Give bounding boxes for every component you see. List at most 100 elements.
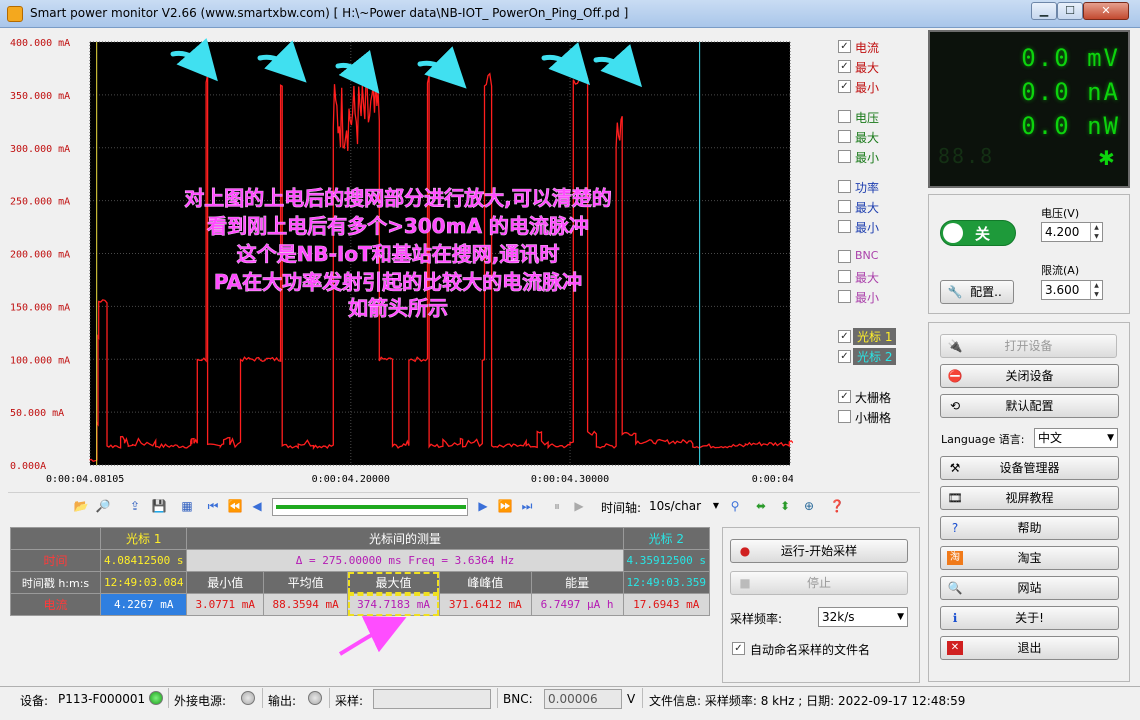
- taobao-icon: 淘: [947, 551, 963, 565]
- annotation-line: 对上图的上电后的搜网部分进行放大,可以清楚的: [184, 186, 612, 210]
- table-row: 时间戳 h:m:s 12:49:03.084 最小值 平均值 最大值 峰峰值 能…: [10, 571, 711, 594]
- power-min-checkbox[interactable]: [838, 220, 851, 233]
- go-start-icon[interactable]: ⏮: [204, 497, 222, 515]
- pause-icon[interactable]: ⏸: [548, 497, 566, 515]
- sample-progress: [373, 689, 491, 709]
- film-icon: 🎞: [947, 491, 963, 505]
- bnc-max-checkbox[interactable]: [838, 270, 851, 283]
- zoom-horizontal-icon[interactable]: ⬌: [752, 497, 770, 515]
- voltage-min-checkbox[interactable]: [838, 150, 851, 163]
- between-cursors-header: 光标间的测量: [186, 527, 624, 550]
- bnc-min-checkbox[interactable]: [838, 290, 851, 303]
- window-title: Smart power monitor V2.66 (www.smartxbw.…: [30, 6, 629, 20]
- bnc-checkbox[interactable]: [838, 250, 851, 263]
- meter-status-row: 88.8: [938, 144, 995, 168]
- help-label: 帮助: [1017, 521, 1042, 535]
- cursor2-timestamp: 12:49:03.359: [622, 571, 711, 594]
- config-button[interactable]: 🔧 配置..: [940, 280, 1014, 304]
- go-end-icon[interactable]: ⏭: [518, 497, 536, 515]
- chevron-down-icon: ▼: [1107, 433, 1114, 443]
- status-separator: [642, 688, 643, 708]
- col-pp-header: 峰峰值: [438, 571, 532, 594]
- voltage-spinbox[interactable]: 4.200 ▲ ▼: [1041, 222, 1103, 242]
- info-icon: ℹ: [952, 611, 958, 625]
- voltage-checkbox[interactable]: [838, 110, 851, 123]
- major-grid-checkbox[interactable]: ✓: [838, 390, 851, 403]
- stop-icon: ■: [739, 576, 751, 590]
- voltage-label: 电压: [855, 111, 880, 125]
- time-axis-select[interactable]: 10s/char ▼: [649, 497, 721, 517]
- voltage-max-checkbox[interactable]: [838, 130, 851, 143]
- open-device-button[interactable]: 🔌 打开设备: [940, 334, 1117, 358]
- spin-up-icon[interactable]: ▲: [1090, 223, 1102, 232]
- step-back-icon[interactable]: ◀: [248, 497, 266, 515]
- auto-name-label: 自动命名采样的文件名: [750, 643, 871, 657]
- power-checkbox[interactable]: [838, 180, 851, 193]
- sample-rate-select[interactable]: 32k/s ▼: [818, 607, 908, 627]
- close-button[interactable]: ✕: [1083, 2, 1129, 20]
- open-file-icon[interactable]: 📂: [72, 497, 90, 515]
- max-value-arrow: [338, 616, 407, 656]
- annotation-line: 看到刚上电后有多个>300mA 的电流脉冲: [207, 214, 589, 238]
- current-chart[interactable]: 400.000 mA 350.000 mA 300.000 mA 250.000 mA…: [8, 30, 793, 490]
- zoom-vertical-icon[interactable]: ⬍: [776, 497, 794, 515]
- current-checkbox[interactable]: ✓: [838, 40, 851, 53]
- about-button[interactable]: ℹ 关于!: [940, 606, 1119, 630]
- unplug-icon: ⛔: [947, 369, 963, 383]
- cursor1-header: 光标 1: [99, 527, 188, 550]
- taobao-button[interactable]: 淘 淘宝: [940, 546, 1119, 570]
- current-limit-spinbox[interactable]: 3.600 ▲ ▼: [1041, 280, 1103, 300]
- spin-up-icon[interactable]: ▲: [1090, 281, 1102, 290]
- auto-name-checkbox[interactable]: ✓: [732, 642, 745, 655]
- language-value: 中文: [1038, 431, 1063, 445]
- ext-power-label: 外接电源:: [174, 694, 227, 708]
- y-axis-labels: 400.000 mA 350.000 mA 300.000 mA 250.000 mA…: [10, 38, 70, 472]
- website-button[interactable]: 🔍 网站: [940, 576, 1119, 600]
- play-icon[interactable]: ▶: [570, 497, 588, 515]
- help-circle-icon[interactable]: ❓: [828, 497, 846, 515]
- device-manager-button[interactable]: ⚒ 设备管理器: [940, 456, 1119, 480]
- settings-icon[interactable]: ▦: [178, 497, 196, 515]
- current-max-checkbox[interactable]: ✓: [838, 60, 851, 73]
- maximize-button[interactable]: ☐: [1057, 2, 1083, 20]
- language-select[interactable]: 中文 ▼: [1034, 428, 1118, 448]
- save-icon[interactable]: 💾: [150, 497, 168, 515]
- limit-spin-value: 3.600: [1045, 283, 1080, 297]
- default-config-button[interactable]: ⟲ 默认配置: [940, 394, 1119, 418]
- zoom-tool-icon[interactable]: ⚲: [726, 497, 744, 515]
- status-separator: [168, 688, 169, 708]
- reset-icon: ⟲: [949, 399, 961, 413]
- current-min-checkbox[interactable]: ✓: [838, 80, 851, 93]
- stop-sampling-button[interactable]: ■ 停止: [730, 571, 908, 595]
- cursor2-label: 光标 2: [853, 348, 897, 365]
- spin-down-icon[interactable]: ▼: [1090, 232, 1102, 241]
- help-icon: ?: [951, 521, 959, 535]
- minimize-button[interactable]: ▁: [1031, 2, 1057, 20]
- time-scrollbar-thumb[interactable]: [276, 505, 466, 509]
- chart-svg[interactable]: 400.000 mA 350.000 mA 300.000 mA 250.000 mA…: [8, 30, 793, 490]
- start-sampling-button[interactable]: ● 运行-开始采样: [730, 539, 908, 563]
- power-max-checkbox[interactable]: [838, 200, 851, 213]
- step-forward-icon[interactable]: ▶: [474, 497, 492, 515]
- spin-down-icon[interactable]: ▼: [1090, 290, 1102, 299]
- open-device-label: 打开设备: [1004, 339, 1053, 353]
- fast-forward-icon[interactable]: ⏩: [496, 497, 514, 515]
- video-tutorial-button[interactable]: 🎞 视屏教程: [940, 486, 1119, 510]
- fast-back-icon[interactable]: ⏪: [226, 497, 244, 515]
- col-max-header: 最大值: [347, 571, 440, 594]
- y-tick-label: 400.000 mA: [10, 38, 70, 49]
- cursor1-current: 4.2267 mA: [99, 593, 188, 616]
- open-search-icon[interactable]: 🔎: [94, 497, 112, 515]
- minor-grid-checkbox[interactable]: [838, 410, 851, 423]
- help-button[interactable]: ? 帮助: [940, 516, 1119, 540]
- current-max-label: 最大: [855, 61, 880, 75]
- x-tick-label: 0:00:04.08105: [46, 474, 124, 485]
- exit-button[interactable]: ✕ 退出: [940, 636, 1119, 660]
- toggle-knob[interactable]: [943, 223, 963, 243]
- cursor2-checkbox[interactable]: ✓: [838, 350, 851, 363]
- close-device-button[interactable]: ⛔ 关闭设备: [940, 364, 1119, 388]
- zoom-fit-icon[interactable]: ⊕: [800, 497, 818, 515]
- export-icon[interactable]: ⇪: [126, 497, 144, 515]
- cursor1-checkbox[interactable]: ✓: [838, 330, 851, 343]
- about-label: 关于!: [1015, 611, 1044, 625]
